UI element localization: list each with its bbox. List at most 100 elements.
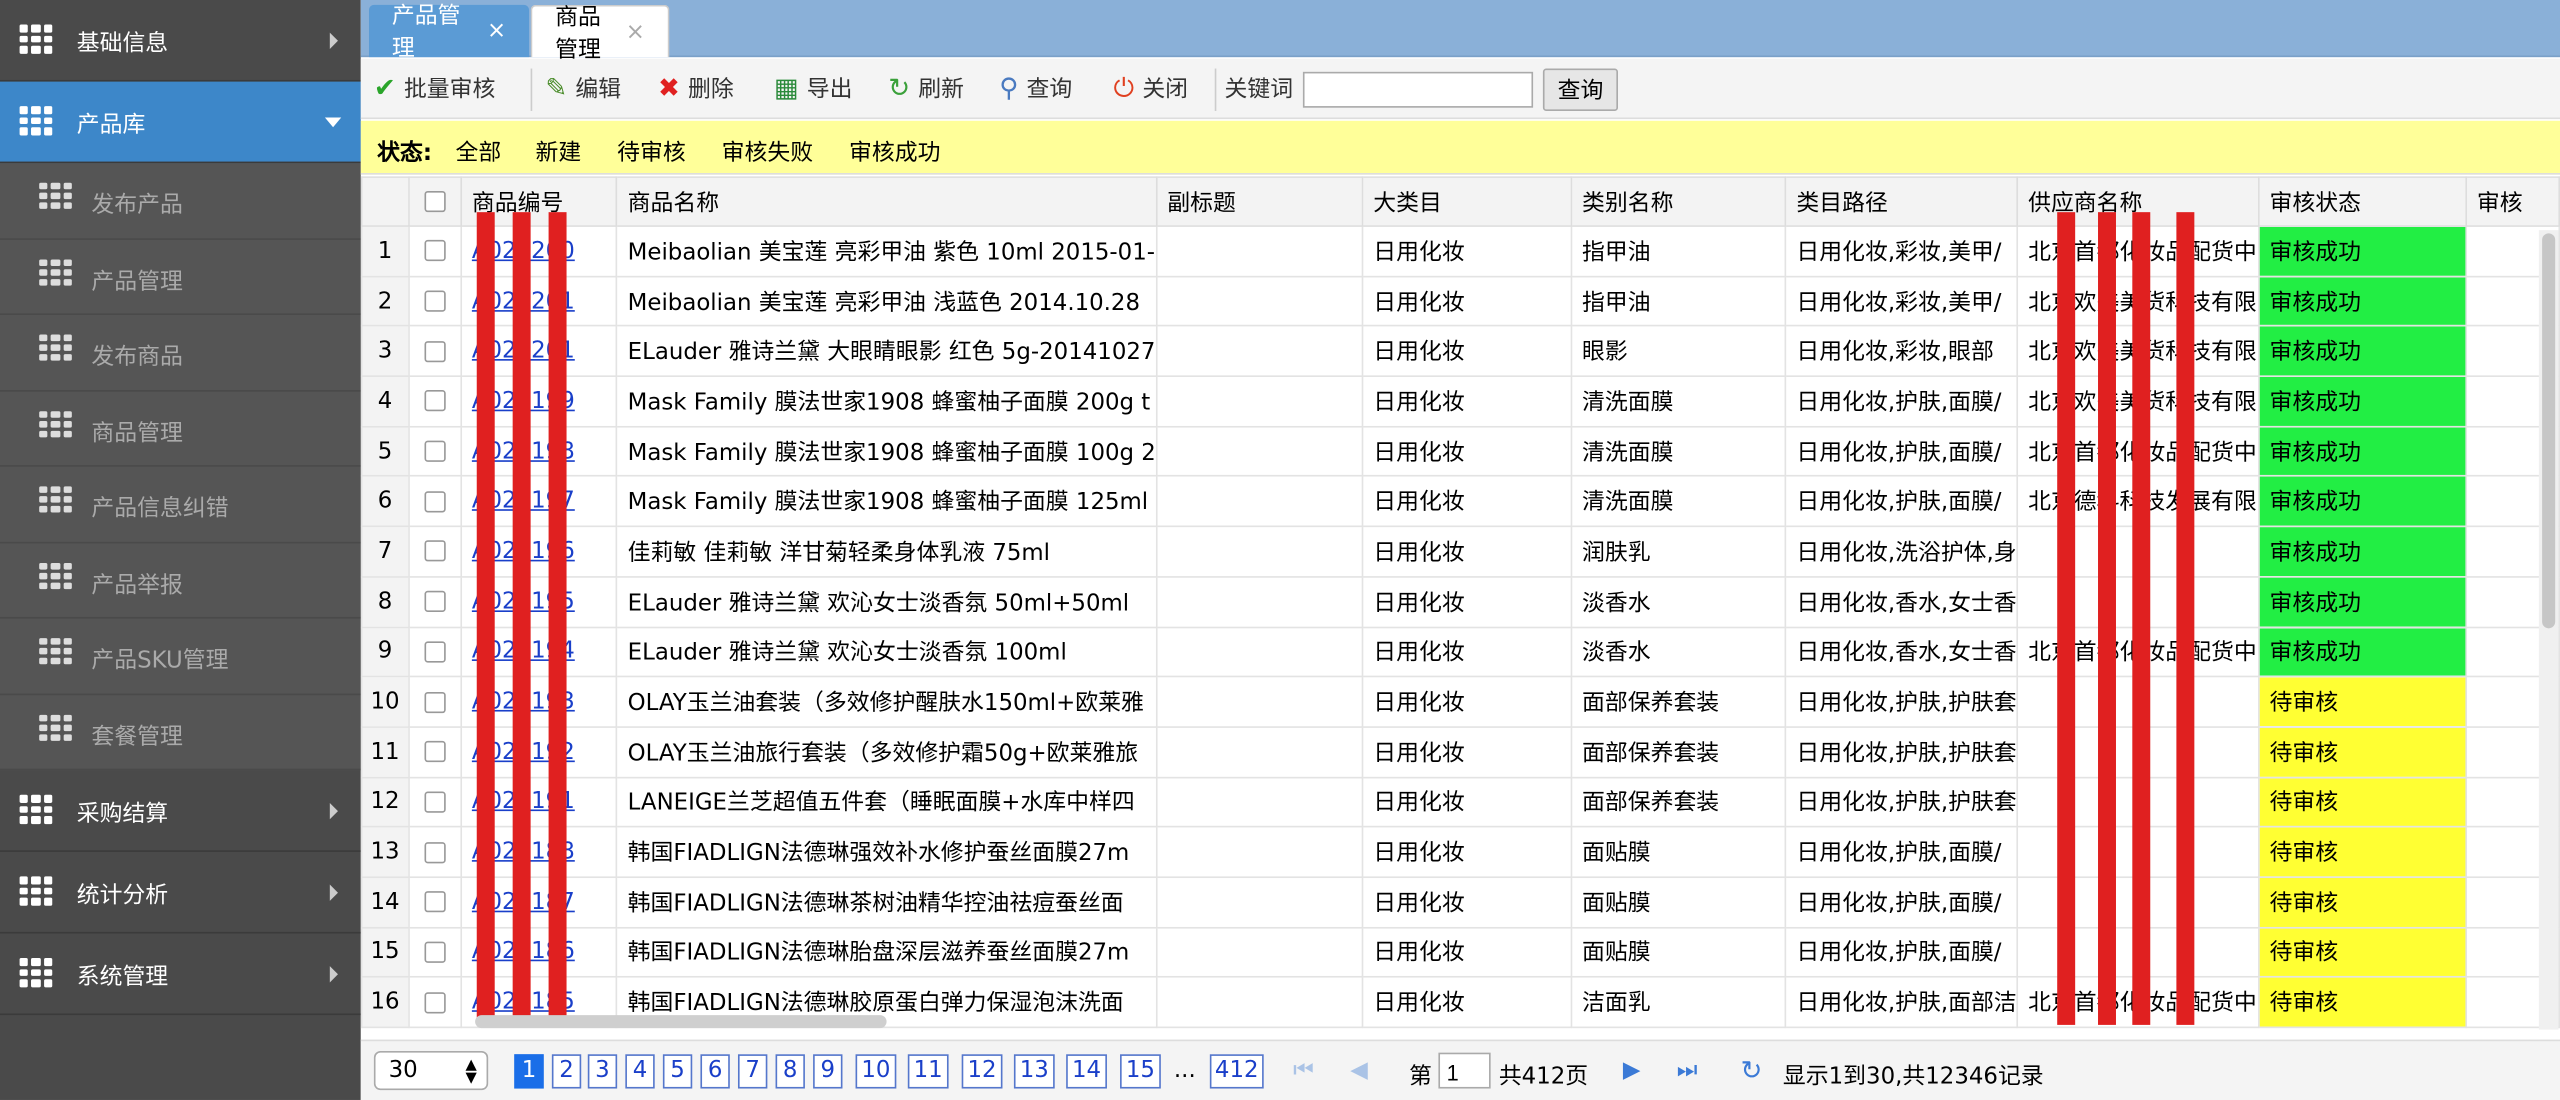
tab-goods-management[interactable]: 商品管理 × bbox=[530, 4, 670, 63]
table-row[interactable]: 14A022187韩国FIADLIGN法德琳茶树油精华控油祛痘蚕丝面日用化妆面贴… bbox=[360, 876, 2560, 928]
table-row[interactable]: 4A022199Mask Family 膜法世家1908 蜂蜜柚子面膜 200g… bbox=[360, 375, 2560, 428]
row-checkbox-cell[interactable] bbox=[407, 525, 463, 578]
row-checkbox[interactable] bbox=[424, 390, 446, 412]
previous-page-icon[interactable]: ◀ bbox=[1350, 1058, 1368, 1084]
page-link[interactable]: 3 bbox=[587, 1054, 618, 1089]
row-checkbox[interactable] bbox=[424, 991, 446, 1013]
row-checkbox[interactable] bbox=[424, 540, 446, 563]
status-filter-pending[interactable]: 待审核 bbox=[617, 135, 686, 168]
delete-button[interactable]: ✖ 删除 bbox=[658, 72, 734, 105]
edit-button[interactable]: ✎ 编辑 bbox=[545, 72, 621, 105]
last-page-link[interactable]: 412 bbox=[1209, 1054, 1264, 1089]
row-checkbox[interactable] bbox=[424, 691, 446, 713]
page-link[interactable]: 2 bbox=[551, 1054, 582, 1089]
page-link[interactable]: 15 bbox=[1120, 1054, 1161, 1089]
table-row[interactable]: 15A022186韩国FIADLIGN法德琳胎盘深层滋养蚕丝面膜27m日用化妆面… bbox=[360, 926, 2560, 979]
query-button[interactable]: ⚲ 查询 bbox=[999, 72, 1072, 105]
row-checkbox[interactable] bbox=[424, 941, 446, 963]
row-checkbox[interactable] bbox=[424, 791, 446, 813]
sidebar-group-statistics[interactable]: 统计分析 bbox=[0, 852, 361, 934]
page-link[interactable]: 10 bbox=[855, 1054, 897, 1089]
table-row[interactable]: 1A022200Meibaolian 美宝莲 亮彩甲油 紫色 10ml 2015… bbox=[360, 225, 2560, 277]
table-row[interactable]: 10A022193OLAY玉兰油套装（多效修护醒肤水150ml+欧莱雅日用化妆面… bbox=[360, 675, 2560, 728]
sidebar-item-product-management[interactable]: 产品管理 bbox=[0, 239, 361, 315]
status-filter-failed[interactable]: 审核失败 bbox=[722, 135, 813, 168]
row-checkbox[interactable] bbox=[424, 440, 446, 463]
row-checkbox-cell[interactable] bbox=[407, 475, 463, 528]
row-checkbox-cell[interactable] bbox=[407, 575, 463, 628]
row-checkbox[interactable] bbox=[424, 891, 446, 913]
sidebar-group-basic-info[interactable]: 基础信息 bbox=[0, 0, 361, 82]
status-filter-all[interactable]: 全部 bbox=[456, 135, 502, 168]
page-link[interactable]: 12 bbox=[961, 1054, 1003, 1089]
column-header[interactable]: 审核 bbox=[2465, 176, 2560, 227]
current-page-input[interactable] bbox=[1438, 1052, 1491, 1089]
close-icon[interactable]: × bbox=[487, 18, 506, 44]
last-page-icon[interactable]: ⏭ bbox=[1677, 1058, 1698, 1084]
export-button[interactable]: ▦ 导出 bbox=[774, 72, 853, 105]
sidebar-group-purchase-settlement[interactable]: 采购结算 bbox=[0, 770, 361, 852]
table-row[interactable]: 9A022194ELauder 雅诗兰黛 欢沁女士淡香氛 100ml日用化妆淡香… bbox=[360, 625, 2560, 678]
sidebar-item-sku-management[interactable]: 产品SKU管理 bbox=[0, 618, 361, 695]
row-checkbox-cell[interactable] bbox=[407, 776, 463, 828]
table-row[interactable]: 12A022191LANEIGE兰芝超值五件套（睡眠面膜+水库中样四日用化妆面部… bbox=[360, 776, 2560, 828]
page-link[interactable]: 1 bbox=[514, 1054, 544, 1089]
page-link[interactable]: 13 bbox=[1013, 1054, 1055, 1089]
row-checkbox[interactable] bbox=[424, 290, 446, 312]
table-row[interactable]: 13A022188韩国FIADLIGN法德琳强效补水修护蚕丝面膜27m日用化妆面… bbox=[360, 826, 2560, 878]
row-checkbox-cell[interactable] bbox=[407, 425, 463, 478]
page-link[interactable]: 9 bbox=[813, 1054, 843, 1089]
sidebar-group-product-library[interactable]: 产品库 bbox=[0, 81, 361, 164]
page-link[interactable]: 8 bbox=[775, 1054, 805, 1089]
row-checkbox-cell[interactable] bbox=[407, 976, 463, 1029]
close-button[interactable]: ⏻ 关闭 bbox=[1114, 72, 1189, 105]
row-checkbox[interactable] bbox=[424, 841, 446, 863]
row-checkbox[interactable] bbox=[424, 741, 446, 763]
row-checkbox[interactable] bbox=[424, 641, 446, 663]
page-link[interactable]: 11 bbox=[907, 1054, 949, 1089]
refresh-button[interactable]: ↻ 刷新 bbox=[888, 72, 964, 105]
sidebar-item-product-report[interactable]: 产品举报 bbox=[0, 542, 361, 619]
row-checkbox-cell[interactable] bbox=[407, 325, 463, 378]
row-checkbox-cell[interactable] bbox=[407, 225, 463, 277]
row-checkbox-cell[interactable] bbox=[407, 876, 463, 928]
row-checkbox[interactable] bbox=[424, 490, 446, 513]
row-checkbox-cell[interactable] bbox=[407, 675, 463, 728]
column-header[interactable]: 副标题 bbox=[1155, 176, 1364, 227]
table-row[interactable]: 8A022195ELauder 雅诗兰黛 欢沁女士淡香氛 50ml+50ml日用… bbox=[360, 575, 2560, 628]
refresh-icon[interactable]: ↻ bbox=[1740, 1054, 1762, 1085]
search-button[interactable]: 查询 bbox=[1542, 68, 1619, 111]
page-size-select[interactable]: 30 ▲ ▼ bbox=[373, 1051, 489, 1091]
table-row[interactable]: 5A022198Mask Family 膜法世家1908 蜂蜜柚子面膜 100g… bbox=[360, 425, 2560, 478]
tab-product-management[interactable]: 产品管理 × bbox=[368, 3, 529, 62]
close-icon[interactable]: × bbox=[626, 19, 645, 45]
keyword-input[interactable] bbox=[1302, 71, 1534, 108]
status-filter-new[interactable]: 新建 bbox=[536, 135, 582, 168]
table-row[interactable]: 6A022197Mask Family 膜法世家1908 蜂蜜柚子面膜 125m… bbox=[360, 475, 2560, 528]
next-page-icon[interactable]: ▶ bbox=[1623, 1058, 1641, 1084]
page-link[interactable]: 6 bbox=[700, 1054, 730, 1089]
select-all-checkbox[interactable] bbox=[424, 190, 446, 213]
page-link[interactable]: 5 bbox=[662, 1054, 693, 1089]
sidebar-item-publish-goods[interactable]: 发布商品 bbox=[0, 314, 361, 391]
row-checkbox[interactable] bbox=[424, 591, 446, 613]
sidebar-group-system[interactable]: 系统管理 bbox=[0, 934, 361, 1016]
column-header[interactable]: 审核状态 bbox=[2258, 176, 2468, 227]
row-checkbox-cell[interactable] bbox=[407, 726, 463, 778]
page-link[interactable]: 14 bbox=[1066, 1054, 1107, 1089]
status-filter-success[interactable]: 审核成功 bbox=[849, 135, 940, 168]
scrollbar-thumb[interactable] bbox=[2542, 233, 2556, 629]
vertical-scrollbar[interactable] bbox=[2538, 230, 2559, 1030]
row-checkbox-cell[interactable] bbox=[407, 826, 463, 878]
column-header[interactable]: 商品名称 bbox=[616, 176, 1158, 227]
sidebar-item-publish-product[interactable]: 发布产品 bbox=[0, 163, 361, 240]
page-link[interactable]: 7 bbox=[737, 1054, 768, 1089]
row-checkbox[interactable] bbox=[424, 340, 446, 362]
table-row[interactable]: 7A022196佳莉敏 佳莉敏 洋甘菊轻柔身体乳液 75ml日用化妆润肤乳日用化… bbox=[360, 525, 2560, 578]
table-row[interactable]: 2A022201Meibaolian 美宝莲 亮彩甲油 浅蓝色 2014.10.… bbox=[360, 275, 2560, 328]
page-link[interactable]: 4 bbox=[625, 1054, 655, 1089]
row-checkbox-cell[interactable] bbox=[407, 275, 463, 328]
select-all-header[interactable] bbox=[407, 176, 463, 227]
row-checkbox-cell[interactable] bbox=[407, 625, 463, 678]
table-row[interactable]: 11A022192OLAY玉兰油旅行套装（多效修护霜50g+欧莱雅旅日用化妆面部… bbox=[360, 726, 2560, 778]
